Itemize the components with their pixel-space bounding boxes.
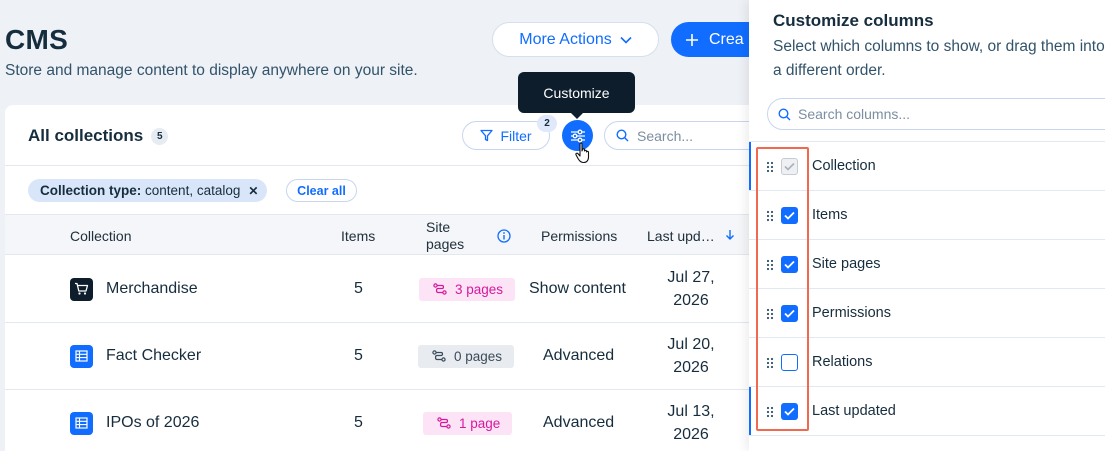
customize-tooltip: Customize xyxy=(518,72,635,119)
chevron-down-icon xyxy=(620,36,632,44)
collections-card: All collections 5 Filter 2 Search... Col… xyxy=(5,105,774,451)
column-option-permissions[interactable]: Permissions xyxy=(749,289,1105,338)
cart-icon xyxy=(70,277,93,301)
drag-handle-icon[interactable] xyxy=(766,406,774,418)
drag-handle-icon[interactable] xyxy=(766,259,774,271)
clear-all-button[interactable]: Clear all xyxy=(286,179,357,202)
column-checkbox-checked[interactable] xyxy=(781,403,798,420)
table-row[interactable]: Fact Checker 5 0 pages Advanced Jul 20, … xyxy=(5,323,765,390)
column-header-collection[interactable]: Collection xyxy=(70,215,131,256)
column-option-last-updated[interactable]: Last updated xyxy=(749,387,1105,436)
table-row[interactable]: Merchandise 5 3 pages Show content Jul 2… xyxy=(5,256,765,323)
permissions-value: Show content xyxy=(529,280,626,297)
table-icon xyxy=(70,344,93,368)
table-icon xyxy=(70,411,93,435)
columns-list: Collection Items Site pages Permissions … xyxy=(749,141,1105,436)
page-subtitle: Store and manage content to display anyw… xyxy=(5,62,418,79)
info-icon[interactable] xyxy=(497,229,511,243)
column-option-label: Items xyxy=(812,207,848,223)
site-pages-pill[interactable]: 0 pages xyxy=(418,344,515,368)
collection-name[interactable]: Merchandise xyxy=(106,256,198,322)
filter-chip-value: content, catalog xyxy=(145,183,241,198)
drag-handle-icon[interactable] xyxy=(766,161,774,173)
items-count: 5 xyxy=(354,347,363,364)
items-count: 5 xyxy=(354,280,363,297)
sort-arrow-down-icon[interactable] xyxy=(725,229,735,241)
plus-icon xyxy=(686,33,698,46)
panel-subtitle: Select which columns to show, or drag th… xyxy=(773,38,1105,79)
drag-handle-icon[interactable] xyxy=(766,357,774,369)
last-updated-date: Jul 27, 2026 xyxy=(663,256,719,322)
table-row[interactable]: IPOs of 2026 5 1 page Advanced Jul 13, 2… xyxy=(5,390,765,451)
items-count: 5 xyxy=(354,414,363,431)
column-option-collection[interactable]: Collection xyxy=(749,142,1105,191)
panel-title: Customize columns xyxy=(773,11,934,30)
column-option-relations[interactable]: Relations xyxy=(749,338,1105,387)
date-line-1: Jul 20, xyxy=(667,336,715,353)
columns-search-placeholder: Search columns... xyxy=(798,106,911,122)
site-pages-pill[interactable]: 1 page xyxy=(423,411,513,435)
hand-cursor-icon xyxy=(575,142,590,164)
sliders-icon xyxy=(570,129,585,142)
date-line-2: 2026 xyxy=(673,359,709,376)
filter-label: Filter xyxy=(500,127,532,144)
site-pages-label: 0 pages xyxy=(454,348,503,364)
column-checkbox-checked[interactable] xyxy=(781,207,798,224)
date-line-2: 2026 xyxy=(673,292,709,309)
column-option-label: Relations xyxy=(812,354,873,370)
collections-search-placeholder: Search... xyxy=(637,127,694,144)
date-line-1: Jul 13, xyxy=(667,403,715,420)
date-line-2: 2026 xyxy=(673,426,709,443)
route-icon xyxy=(433,283,447,295)
site-pages-pill[interactable]: 3 pages xyxy=(419,277,516,301)
column-header-permissions[interactable]: Permissions xyxy=(541,215,617,256)
drag-handle-icon[interactable] xyxy=(766,308,774,320)
column-checkbox-unchecked[interactable] xyxy=(781,354,798,371)
permissions-value: Advanced xyxy=(543,414,615,431)
column-header-last-updated[interactable]: Last upd… xyxy=(647,215,715,256)
filter-count-badge: 2 xyxy=(537,115,557,132)
table-header: Collection Items Site pages Permissions … xyxy=(5,214,765,255)
column-header-site-pages-label: Site pages xyxy=(426,218,465,252)
column-checkbox-checked[interactable] xyxy=(781,305,798,322)
route-icon xyxy=(437,417,451,429)
search-icon xyxy=(778,107,791,120)
collections-title-text: All collections xyxy=(28,126,144,145)
last-updated-date: Jul 13, 2026 xyxy=(663,390,719,451)
permissions-value: Advanced xyxy=(543,347,615,364)
collections-count-badge: 5 xyxy=(151,127,169,145)
site-pages-label: 3 pages xyxy=(455,281,504,297)
filter-chip[interactable]: Collection type: content, catalog ✕ xyxy=(28,179,268,202)
create-label: Crea xyxy=(709,30,744,48)
column-option-site-pages[interactable]: Site pages xyxy=(749,240,1105,289)
column-option-label: Collection xyxy=(812,158,876,174)
drag-handle-icon[interactable] xyxy=(766,210,774,222)
column-header-site-pages[interactable]: Site pages xyxy=(426,215,486,256)
column-header-items[interactable]: Items xyxy=(341,215,375,256)
date-line-1: Jul 27, xyxy=(667,269,715,286)
collections-title: All collections 5 xyxy=(28,126,169,146)
columns-search-input[interactable]: Search columns... xyxy=(767,98,1105,130)
more-actions-button[interactable]: More Actions xyxy=(492,22,659,57)
column-checkbox-checked[interactable] xyxy=(781,256,798,273)
card-divider xyxy=(5,165,765,166)
filter-icon xyxy=(480,129,494,142)
column-option-label: Permissions xyxy=(812,305,891,321)
customize-columns-panel: Customize columns Select which columns t… xyxy=(749,0,1105,451)
last-updated-date: Jul 20, 2026 xyxy=(663,323,719,389)
collection-name[interactable]: Fact Checker xyxy=(106,323,201,389)
column-option-label: Last updated xyxy=(812,403,896,419)
more-actions-label: More Actions xyxy=(519,30,612,48)
remove-filter-icon[interactable]: ✕ xyxy=(248,184,258,198)
search-icon xyxy=(616,129,629,142)
route-icon xyxy=(432,350,446,362)
column-option-label: Site pages xyxy=(812,256,881,272)
filter-chip-key: Collection type: xyxy=(40,183,142,198)
site-pages-label: 1 page xyxy=(459,415,501,431)
collection-name[interactable]: IPOs of 2026 xyxy=(106,390,199,451)
column-checkbox-disabled xyxy=(781,158,798,175)
page-title: CMS xyxy=(5,24,69,55)
column-option-items[interactable]: Items xyxy=(749,191,1105,240)
